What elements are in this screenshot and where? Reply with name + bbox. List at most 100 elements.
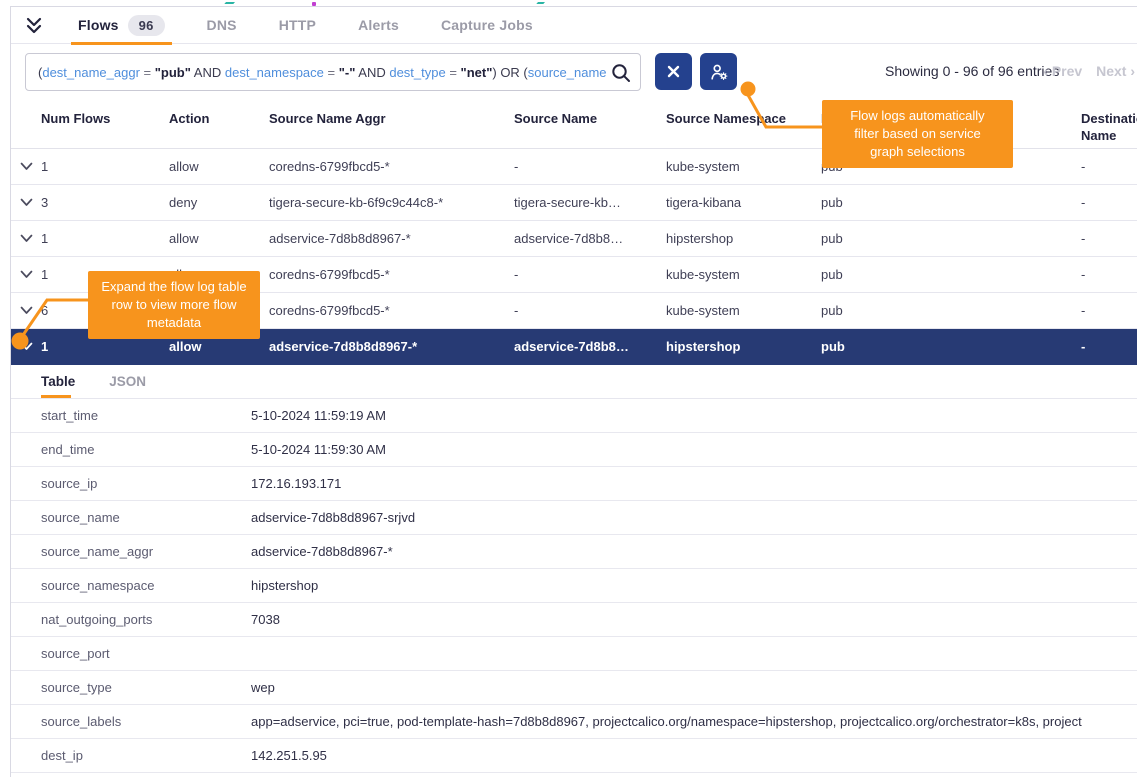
tooltip-line: Expand the flow log table xyxy=(94,278,254,296)
detail-row-source-labels: source_labelsapp=adservice, pci=true, po… xyxy=(11,705,1137,739)
detail-key: start_time xyxy=(41,408,251,423)
detail-row-end-time: end_time5-10-2024 11:59:30 AM xyxy=(11,433,1137,467)
flow-cell-source-name-aggr: coredns-6799fbcd5-* xyxy=(269,267,514,282)
detail-row-dest-ip: dest_ip142.251.5.95 xyxy=(11,739,1137,773)
column-header-destination-name: Destination Name xyxy=(1081,101,1137,145)
row-expander[interactable] xyxy=(11,195,41,210)
detail-row-source-name: source_nameadservice-7d8b8d8967-srjvd xyxy=(11,501,1137,535)
tab-capture-jobs[interactable]: Capture Jobs xyxy=(420,7,554,43)
detail-key: nat_outgoing_ports xyxy=(41,612,251,627)
flow-logs-page: Flows96DNS HTTP AlertsCapture Jobs (dest_n… xyxy=(0,0,1137,777)
detail-value: hipstershop xyxy=(251,578,1137,593)
flow-cell-source-name: adservice-7d8b8… xyxy=(514,231,666,246)
flow-cell-source-namespace: kube-system xyxy=(666,303,821,318)
filter-query-text: (dest_name_aggr = "pub" AND dest_namespa… xyxy=(38,65,606,80)
detail-row-nat-outgoing-ports: nat_outgoing_ports7038 xyxy=(11,603,1137,637)
detail-row-source-type: source_typewep xyxy=(11,671,1137,705)
detail-key: dest_ip xyxy=(41,748,251,763)
query-segment-field: source_name_aggr xyxy=(528,65,606,80)
flow-cell-source-name: - xyxy=(514,303,666,318)
row-expander[interactable] xyxy=(11,159,41,174)
detail-value: 7038 xyxy=(251,612,1137,627)
query-segment-field: dest_type xyxy=(389,65,445,80)
double-chevron-down-icon xyxy=(25,17,43,34)
column-header-source-name-aggr: Source Name Aggr xyxy=(269,101,514,128)
prev-page-button[interactable]: ‹ Prev xyxy=(1043,63,1082,79)
tab-flows[interactable]: Flows96 xyxy=(57,7,186,43)
detail-key: source_namespace xyxy=(41,578,251,593)
flow-table-row[interactable]: 1allowadservice-7d8b8d8967-*adservice-7d… xyxy=(11,221,1137,257)
detail-value: 5-10-2024 11:59:19 AM xyxy=(251,408,1137,423)
clear-filter-button[interactable] xyxy=(655,53,692,90)
tab-dns[interactable]: DNS xyxy=(186,7,258,43)
detail-key: source_ip xyxy=(41,476,251,491)
flow-cell-source-name: - xyxy=(514,159,666,174)
detail-value: 142.251.5.95 xyxy=(251,748,1137,763)
log-tabs: Flows96DNS HTTP AlertsCapture Jobs xyxy=(57,7,554,43)
row-expander[interactable] xyxy=(11,231,41,246)
flow-cell-num-flows: 1 xyxy=(41,231,169,246)
flow-cell-source-namespace: hipstershop xyxy=(666,339,821,354)
flow-cell-action: allow xyxy=(169,231,269,246)
flow-cell-source-namespace: hipstershop xyxy=(666,231,821,246)
tab-alerts[interactable]: Alerts xyxy=(337,7,420,43)
flow-cell-dest-name-aggr: pub xyxy=(821,339,1081,354)
flow-cell-dest-name-aggr: pub xyxy=(821,231,1081,246)
flow-cell-source-name-aggr: adservice-7d8b8d8967-* xyxy=(269,339,514,354)
row-expander[interactable] xyxy=(11,339,41,354)
detail-value: app=adservice, pci=true, pod-template-ha… xyxy=(251,714,1137,729)
detail-tab-bar: Table JSON xyxy=(11,365,1137,399)
detail-row-source-port: source_port xyxy=(11,637,1137,671)
flow-cell-source-name-aggr: tigera-secure-kb-6f9c9c44c8-* xyxy=(269,195,514,210)
tab-http[interactable]: HTTP xyxy=(258,7,337,43)
detail-value: 172.16.193.171 xyxy=(251,476,1137,491)
detail-tab-json[interactable]: JSON xyxy=(109,365,146,398)
tab-label: Flows xyxy=(78,17,119,33)
query-segment-value: "pub" xyxy=(155,65,191,80)
flow-table-row[interactable]: 3denytigera-secure-kb-6f9c9c44c8-*tigera… xyxy=(11,185,1137,221)
user-settings-button[interactable] xyxy=(700,53,737,90)
filter-tooltip: Flow logs automatically filter based on … xyxy=(822,100,1013,168)
column-header-source-namespace: Source Namespace xyxy=(666,101,821,128)
detail-key: source_port xyxy=(41,646,251,661)
search-icon[interactable] xyxy=(610,62,632,89)
tooltip-line: Flow logs automatically xyxy=(828,107,1007,125)
chevron-down-icon xyxy=(20,267,33,282)
flow-cell-source-name-aggr: coredns-6799fbcd5-* xyxy=(269,159,514,174)
flow-cell-num-flows: 3 xyxy=(41,195,169,210)
flow-cell-source-name: - xyxy=(514,267,666,282)
detail-value: adservice-7d8b8d8967-* xyxy=(251,544,1137,559)
detail-row-source-namespace: source_namespacehipstershop xyxy=(11,569,1137,603)
tab-label: HTTP xyxy=(279,17,316,33)
flow-cell-dest-name: - xyxy=(1081,231,1137,246)
flow-cell-source-namespace: kube-system xyxy=(666,267,821,282)
chevron-down-icon xyxy=(20,231,33,246)
query-segment-value: "net" xyxy=(461,65,493,80)
detail-tab-table[interactable]: Table xyxy=(41,365,75,398)
query-segment-op: = xyxy=(324,65,339,80)
filter-query-input[interactable]: (dest_name_aggr = "pub" AND dest_namespa… xyxy=(25,53,641,91)
column-header-num-flows: Num Flows xyxy=(41,101,169,128)
detail-key: source_name xyxy=(41,510,251,525)
graph-edge-fragment xyxy=(536,0,546,4)
detail-value: wep xyxy=(251,680,1137,695)
flow-cell-source-name: adservice-7d8b8… xyxy=(514,339,666,354)
chevron-down-icon xyxy=(20,339,33,354)
column-header-action: Action xyxy=(169,101,269,128)
tooltip-line: metadata xyxy=(94,314,254,332)
detail-row-start-time: start_time5-10-2024 11:59:19 AM xyxy=(11,399,1137,433)
tooltip-line: filter based on service xyxy=(828,125,1007,143)
flow-cell-source-name: tigera-secure-kb… xyxy=(514,195,666,210)
query-segment-field: dest_name_aggr xyxy=(42,65,140,80)
tooltip-line: row to view more flow xyxy=(94,296,254,314)
collapse-panel-button[interactable] xyxy=(11,17,57,34)
row-expander[interactable] xyxy=(11,267,41,282)
next-page-button[interactable]: Next › xyxy=(1096,63,1135,79)
detail-value: adservice-7d8b8d8967-srjvd xyxy=(251,510,1137,525)
row-expander[interactable] xyxy=(11,303,41,318)
flow-cell-dest-name: - xyxy=(1081,303,1137,318)
pagination-controls: ‹ Prev Next › xyxy=(1033,46,1135,97)
detail-key: source_name_aggr xyxy=(41,544,251,559)
detail-field-list: start_time5-10-2024 11:59:19 AMend_time5… xyxy=(11,399,1137,773)
query-segment-punct: ) OR ( xyxy=(492,65,527,80)
